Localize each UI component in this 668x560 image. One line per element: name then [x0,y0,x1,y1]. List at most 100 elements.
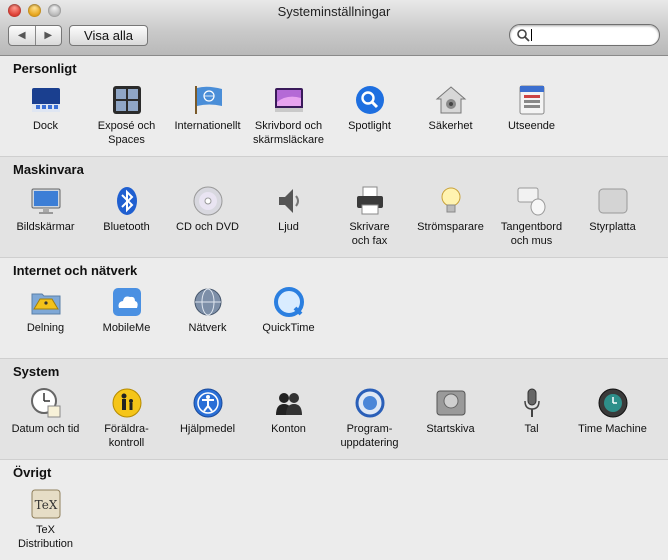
section-hardware: Maskinvara Bildskärmar Bluetooth CD och … [0,157,668,258]
toolbar: Systeminställningar ◀ ▶ Visa alla [0,0,668,56]
startup-disk-icon [436,390,465,416]
pane-label: Exposé och Spaces [97,120,156,146]
pane-label: Datum och tid [11,423,80,435]
section-internet-network: Internet och nätverk Delning MobileMe Nä… [0,258,668,359]
pane-label: Strömsparare [417,221,484,233]
pane-software-update[interactable]: Program- uppdatering [329,387,410,450]
pane-accounts[interactable]: Konton [248,387,329,436]
section-title: Maskinvara [13,162,84,177]
pane-printers-fax[interactable]: Skrivare och fax [329,185,410,248]
pane-label: Konton [271,423,306,435]
dock-icon [31,88,60,112]
pane-sharing[interactable]: Delning [5,286,86,335]
pane-label: Time Machine [578,423,647,435]
parental-icon [112,388,141,418]
text-cursor [531,29,532,41]
pane-label: Ljud [278,221,299,233]
bluetooth-icon [116,187,137,215]
pane-label: Tangentbord och mus [500,221,563,247]
pane-trackpad[interactable]: Styrplatta [572,185,653,234]
section-system: System Datum och tid Föräldra- kontroll [0,359,668,460]
pane-label: Skrivbord och skärmsläckare [253,120,324,146]
lightbulb-icon [441,187,460,213]
pane-label: Säkerhet [428,120,473,132]
pane-parental-controls[interactable]: Föräldra- kontroll [86,387,167,450]
pane-mobileme[interactable]: MobileMe [86,286,167,335]
house-lock-icon [435,86,466,114]
pane-dock[interactable]: Dock [5,84,86,133]
pane-label: Nätverk [188,322,227,334]
trackpad-icon [598,188,627,214]
tex-icon: TeX [31,489,60,519]
preferences-window: Systeminställningar ◀ ▶ Visa alla Person… [0,0,668,560]
disc-icon [193,186,222,216]
window-title: Systeminställningar [277,4,391,19]
pane-displays[interactable]: Bildskärmar [5,185,86,234]
speaker-icon [278,189,299,213]
pane-label: Dock [32,120,59,132]
pane-sound[interactable]: Ljud [248,185,329,234]
pane-label: CD och DVD [176,221,239,233]
pane-startup-disk[interactable]: Startskiva [410,387,491,436]
pane-label: MobileMe [102,322,151,334]
pane-spotlight[interactable]: Spotlight [329,84,410,133]
pane-label: Skrivare och fax [349,221,390,247]
pane-energy-saver[interactable]: Strömsparare [410,185,491,234]
pane-quicktime[interactable]: QuickTime [248,286,329,335]
pane-appearance[interactable]: Utseende [491,84,572,133]
pane-label: Spotlight [348,120,391,132]
pane-network[interactable]: Nätverk [167,286,248,335]
time-machine-icon [598,388,627,418]
show-all-button[interactable]: Visa alla [69,25,148,46]
desktop-icon [274,88,303,112]
pane-label: Styrplatta [589,221,636,233]
keyboard-mouse-icon [517,187,545,216]
software-update-icon [355,388,384,418]
pane-label: TeX Distribution [17,524,74,550]
pane-label: Bildskärmar [16,221,75,233]
section-title: Internet och nätverk [13,263,138,278]
section-personal: Personligt Dock Exposé och Spaces Intern… [0,56,668,157]
microphone-icon [523,388,540,417]
pane-international[interactable]: Internationellt [167,84,248,133]
section-other: Övrigt TeX TeX Distribution [0,460,668,560]
pane-security[interactable]: Säkerhet [410,84,491,133]
pane-keyboard-mouse[interactable]: Tangentbord och mus [491,185,572,248]
svg-text:TeX: TeX [34,498,57,512]
pane-expose-spaces[interactable]: Exposé och Spaces [86,84,167,147]
monitor-icon [31,188,60,214]
pane-label: Bluetooth [103,221,150,233]
sharing-folder-icon [31,293,60,315]
pane-label: Tal [524,423,539,435]
pane-label: Program- uppdatering [340,423,399,449]
pane-cd-dvd[interactable]: CD och DVD [167,185,248,234]
pane-speech[interactable]: Tal [491,387,572,436]
pane-bluetooth[interactable]: Bluetooth [86,185,167,234]
quicktime-icon [273,287,304,317]
pane-label: Delning [26,322,65,334]
appearance-icon [519,85,544,115]
pane-label: Internationellt [174,120,241,132]
pane-label: Startskiva [426,423,475,435]
cloud-icon [112,288,141,316]
globe-icon [194,288,221,316]
expose-icon [112,86,141,114]
clock-icon [30,388,60,418]
back-button[interactable]: ◀ [9,26,35,45]
section-title: System [13,364,60,379]
search-field[interactable] [509,24,660,46]
pane-time-machine[interactable]: Time Machine [572,387,653,436]
accounts-icon [275,393,302,415]
pane-desktop-screensaver[interactable]: Skrivbord och skärmsläckare [248,84,329,147]
accessibility-icon [193,388,222,418]
pane-label: QuickTime [262,322,315,334]
pane-label: Utseende [507,120,556,132]
search-icon [517,29,530,42]
forward-button[interactable]: ▶ [34,26,62,45]
pane-universal-access[interactable]: Hjälpmedel [167,387,248,436]
pane-tex-distribution[interactable]: TeX TeX Distribution [5,488,86,551]
spotlight-icon [355,86,384,114]
printer-icon [356,186,383,215]
pane-label: Föräldra- kontroll [104,423,149,449]
pane-date-time[interactable]: Datum och tid [5,387,86,436]
